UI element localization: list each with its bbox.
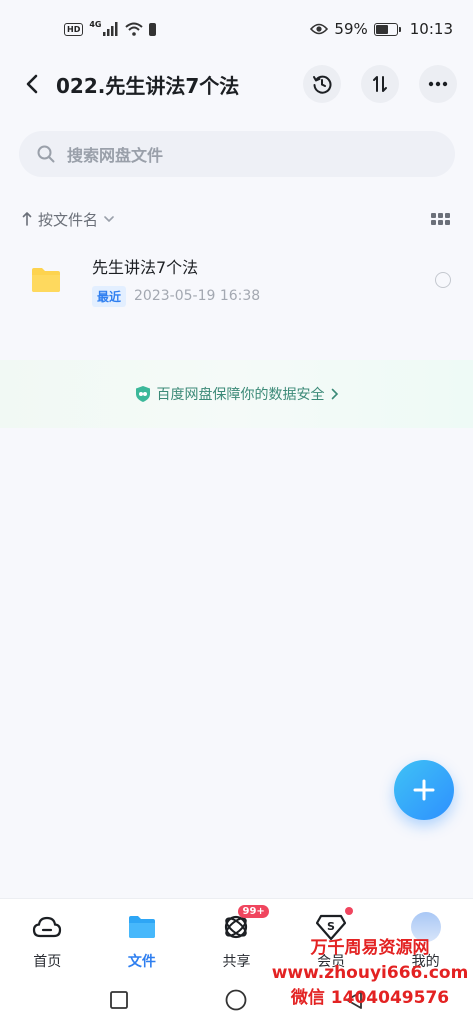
sort-row: 按文件名 [22, 206, 450, 232]
security-banner[interactable]: 百度网盘保障你的数据安全 [0, 360, 473, 428]
vip-dot [345, 907, 354, 915]
tab-home[interactable]: 首页 [7, 911, 87, 971]
search-icon [37, 145, 55, 163]
chevron-left-icon [26, 74, 38, 94]
watermark-line3: 微信 1404049576 [290, 988, 450, 1008]
recent-tag: 最近 [92, 285, 127, 307]
file-meta: 最近 2023-05-19 16:38 [92, 285, 435, 307]
back-button[interactable] [18, 70, 46, 98]
more-horizontal-icon [428, 81, 448, 87]
network-type: 4G [89, 19, 102, 29]
grid-view-icon[interactable] [431, 213, 450, 225]
tab-share[interactable]: 99+ 共享 [196, 905, 276, 971]
file-info: 先生讲法7个法 最近 2023-05-19 16:38 [92, 254, 435, 307]
shield-icon [135, 386, 150, 402]
header: 022.先生讲法7个法 [0, 58, 473, 110]
history-icon [313, 75, 332, 94]
watermark-line1: 万千周易资源网 [310, 938, 430, 958]
tab-files[interactable]: 文件 [102, 911, 182, 971]
share-badge: 99+ [238, 905, 269, 918]
folder-icon [126, 911, 158, 943]
wifi-icon [125, 22, 144, 36]
eye-icon [310, 23, 329, 35]
tab-share-label: 共享 [222, 954, 251, 970]
watermark: 万千周易资源网 www.zhouyi666.com 微信 1404049576 [270, 936, 470, 1011]
watermark-line2: www.zhouyi666.com [271, 963, 469, 983]
battery-fill [375, 24, 388, 34]
sort-by-name-button[interactable]: 按文件名 [22, 209, 114, 230]
signal-icon [103, 22, 118, 36]
swap-vertical-icon [373, 76, 387, 92]
folder-icon [32, 268, 60, 292]
svg-text:S: S [327, 920, 335, 933]
battery-icon [373, 22, 401, 36]
file-name: 先生讲法7个法 [92, 257, 199, 277]
status-bar: HD 4G 59% 10:13 [0, 0, 473, 58]
clock: 10:13 [409, 20, 453, 38]
plus-icon [413, 779, 435, 801]
more-button[interactable] [419, 65, 457, 103]
banner-text: 百度网盘保障你的数据安全 [156, 387, 325, 403]
header-actions [303, 65, 457, 103]
recent-apps-button[interactable] [107, 988, 131, 1012]
search-placeholder: 搜索网盘文件 [67, 146, 164, 165]
history-button[interactable] [303, 65, 341, 103]
sort-toggle-button[interactable] [361, 65, 399, 103]
share-icon: 99+ [220, 905, 269, 943]
tab-home-label: 首页 [33, 954, 62, 970]
status-left: HD 4G [64, 19, 157, 36]
chevron-right-icon [331, 388, 338, 400]
battery-percent: 59% [334, 20, 368, 38]
sort-label: 按文件名 [38, 210, 99, 229]
cloud-icon [31, 911, 63, 943]
search-input[interactable]: 搜索网盘文件 [19, 131, 455, 177]
hd-badge: HD [64, 22, 84, 36]
tab-files-label: 文件 [127, 954, 156, 970]
list-item[interactable]: 先生讲法7个法 最近 2023-05-19 16:38 [0, 245, 473, 315]
page-title: 022.先生讲法7个法 [56, 73, 240, 98]
square-icon [109, 991, 128, 1009]
arrow-up-icon [22, 212, 32, 226]
select-radio[interactable] [435, 272, 451, 288]
home-button[interactable] [224, 988, 248, 1012]
file-date: 2023-05-19 16:38 [134, 288, 261, 304]
chevron-down-icon [104, 216, 114, 222]
status-right: 59% 10:13 [310, 20, 453, 38]
circle-icon [226, 989, 247, 1011]
secondary-battery-icon [149, 22, 157, 36]
add-button[interactable] [394, 760, 454, 820]
